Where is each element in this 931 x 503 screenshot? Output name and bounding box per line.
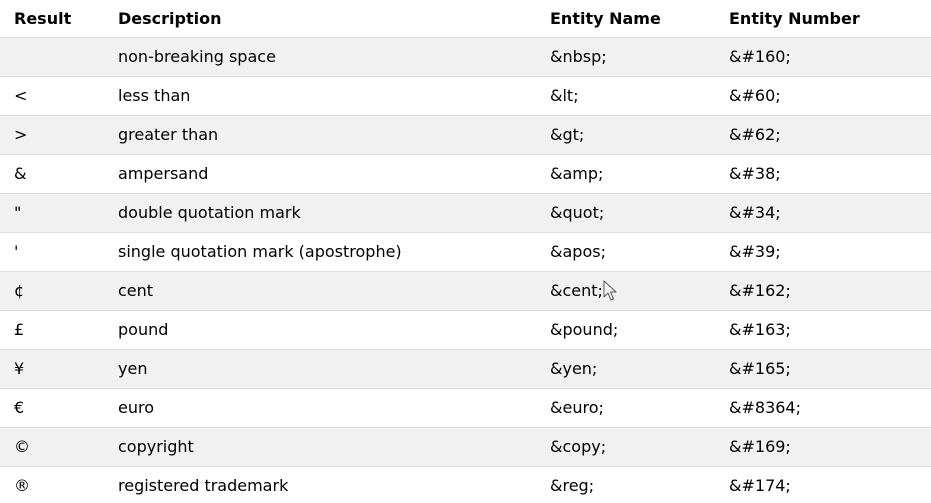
cell-entity-name: &euro; [536,388,715,428]
table-row: < less than &lt; &#60; [0,76,931,116]
cell-result: £ [0,310,104,350]
table-row: © copyright &copy; &#169; [0,427,931,467]
cell-entity-number: &#8364; [715,388,931,428]
cell-entity-name: &copy; [536,427,715,467]
cell-entity-name: &nbsp; [536,37,715,77]
cell-description: registered trademark [104,466,536,503]
entity-table-container: Result Description Entity Name Entity Nu… [0,0,931,503]
cell-entity-number: &#62; [715,115,931,155]
header-result: Result [0,0,104,38]
cell-description: single quotation mark (apostrophe) [104,232,536,272]
header-description: Description [104,0,536,38]
cell-entity-name: &lt; [536,76,715,116]
cell-result [0,37,104,77]
table-row: £ pound &pound; &#163; [0,310,931,350]
cell-entity-number: &#60; [715,76,931,116]
cell-result: ® [0,466,104,503]
cell-description: cent [104,271,536,311]
cell-description: pound [104,310,536,350]
cell-result: © [0,427,104,467]
cell-entity-number: &#39; [715,232,931,272]
cell-result: ' [0,232,104,272]
header-entity-name: Entity Name [536,0,715,38]
table-row: ' single quotation mark (apostrophe) &ap… [0,232,931,272]
cell-description: greater than [104,115,536,155]
table-row: ¢ cent &cent; &#162; [0,271,931,311]
cell-result: & [0,154,104,194]
cell-entity-number: &#174; [715,466,931,503]
cell-entity-number: &#169; [715,427,931,467]
table-row: " double quotation mark &quot; &#34; [0,193,931,233]
cell-description: less than [104,76,536,116]
cell-entity-name: &gt; [536,115,715,155]
cell-result: < [0,76,104,116]
header-entity-number: Entity Number [715,0,931,38]
cell-entity-number: &#34; [715,193,931,233]
cell-description: yen [104,349,536,389]
table-header-row: Result Description Entity Name Entity Nu… [0,0,931,38]
cell-entity-number: &#162; [715,271,931,311]
cell-entity-number: &#165; [715,349,931,389]
cell-description: double quotation mark [104,193,536,233]
cell-result: € [0,388,104,428]
table-row: ® registered trademark &reg; &#174; [0,466,931,503]
table-row: non-breaking space &nbsp; &#160; [0,37,931,77]
cell-entity-name: &apos; [536,232,715,272]
cell-entity-name: &cent; [536,271,715,311]
cell-entity-name: &amp; [536,154,715,194]
cell-entity-name: &quot; [536,193,715,233]
cell-result: ¥ [0,349,104,389]
html-entities-table: Result Description Entity Name Entity Nu… [0,0,931,503]
cell-description: euro [104,388,536,428]
cell-description: copyright [104,427,536,467]
cell-entity-number: &#38; [715,154,931,194]
table-row: ¥ yen &yen; &#165; [0,349,931,389]
cell-result: ¢ [0,271,104,311]
table-row: € euro &euro; &#8364; [0,388,931,428]
cell-result: " [0,193,104,233]
cell-description: non-breaking space [104,37,536,77]
table-row: & ampersand &amp; &#38; [0,154,931,194]
cell-description: ampersand [104,154,536,194]
cell-entity-number: &#160; [715,37,931,77]
cell-entity-name: &pound; [536,310,715,350]
cell-entity-number: &#163; [715,310,931,350]
cell-entity-name: &yen; [536,349,715,389]
table-row: > greater than &gt; &#62; [0,115,931,155]
cell-result: > [0,115,104,155]
cell-entity-name: &reg; [536,466,715,503]
